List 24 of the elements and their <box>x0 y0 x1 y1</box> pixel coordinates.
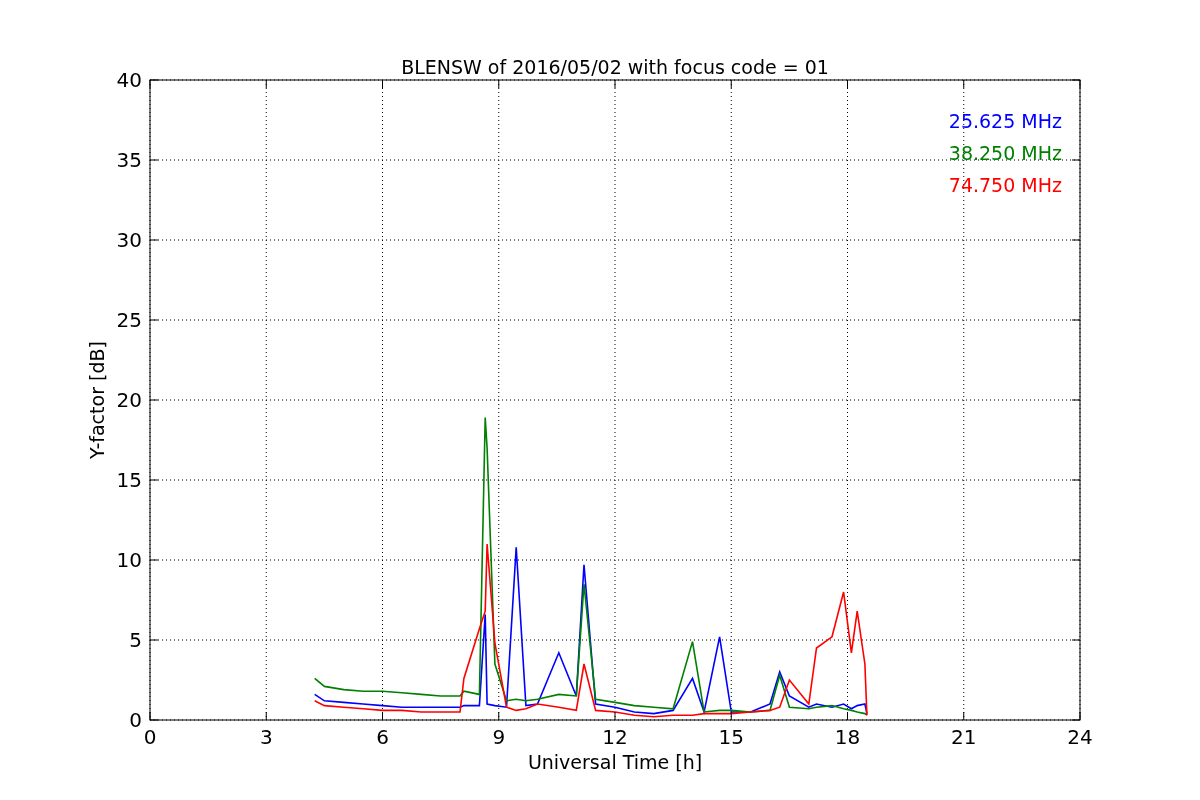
tick-label: 15 <box>116 468 142 492</box>
tick-label: 6 <box>376 725 389 749</box>
tick-label: 40 <box>116 68 142 92</box>
tick-label: 35 <box>116 148 142 172</box>
tick-label: 15 <box>718 725 744 749</box>
tick-label: 5 <box>129 628 142 652</box>
tick-label: 9 <box>492 725 506 749</box>
tick-label: 10 <box>116 548 142 572</box>
chart-title: BLENSW of 2016/05/02 with focus code = 01 <box>401 56 829 78</box>
x-axis-label: Universal Time [h] <box>527 751 703 773</box>
tick-label: 18 <box>834 725 861 749</box>
tick-label: 3 <box>259 725 273 749</box>
y-axis-label: Y-factor [dB] <box>86 341 108 459</box>
tick-label: 20 <box>116 388 142 412</box>
legend-label: 38.250 MHz <box>948 142 1062 164</box>
legend-label: 25.625 MHz <box>948 110 1062 132</box>
tick-label: 30 <box>116 228 142 252</box>
tick-label: 0 <box>129 708 142 732</box>
tick-label: 25 <box>116 308 142 332</box>
legend-label: 74.750 MHz <box>948 174 1062 196</box>
tick-label: 0 <box>143 725 157 749</box>
tick-label: 21 <box>951 725 977 749</box>
tick-label: 24 <box>1067 725 1093 749</box>
tick-label: 12 <box>602 725 628 749</box>
